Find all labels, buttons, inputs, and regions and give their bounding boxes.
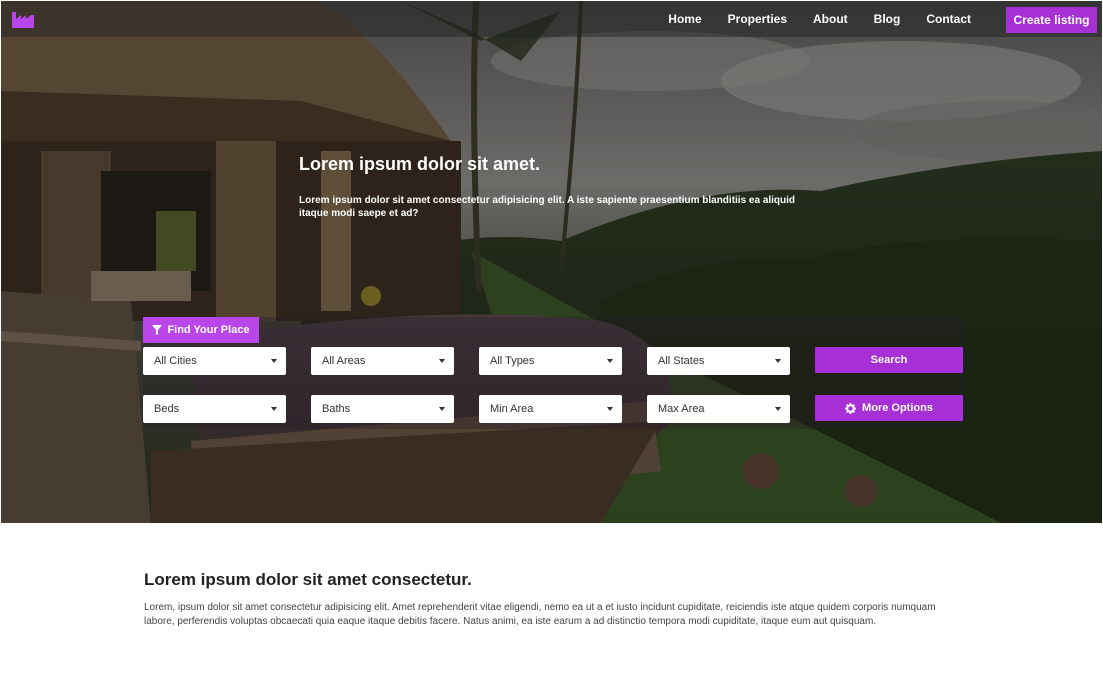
navbar: Home Properties About Blog Contact Creat… [1, 1, 1102, 37]
nav-blog[interactable]: Blog [861, 12, 914, 26]
select-min-area-value: Min Area [490, 403, 534, 415]
select-types[interactable]: All Types [479, 347, 622, 375]
filter-icon [152, 325, 163, 335]
more-options-button[interactable]: More Options [815, 395, 963, 421]
select-beds[interactable]: Beds [143, 395, 286, 423]
select-cities-value: All Cities [154, 355, 197, 367]
search-button[interactable]: Search [815, 347, 963, 373]
hero-title: Lorem ipsum dolor sit amet. [299, 154, 541, 174]
select-baths[interactable]: Baths [311, 395, 454, 423]
select-states[interactable]: All States [647, 347, 790, 375]
select-max-area-value: Max Area [658, 403, 705, 415]
select-types-value: All Types [490, 355, 535, 367]
caret-down-icon [607, 359, 613, 363]
nav-contact[interactable]: Contact [913, 12, 984, 26]
nav-links: Home Properties About Blog Contact [655, 1, 984, 37]
caret-down-icon [607, 407, 613, 411]
hero-background-image [1, 1, 1102, 523]
caret-down-icon [271, 359, 277, 363]
factory-icon[interactable] [12, 10, 34, 28]
find-your-place-label: Find Your Place [167, 324, 250, 336]
caret-down-icon [775, 407, 781, 411]
caret-down-icon [271, 407, 277, 411]
nav-about[interactable]: About [800, 12, 861, 26]
create-listing-button[interactable]: Create listing [1006, 7, 1097, 33]
select-min-area[interactable]: Min Area [479, 395, 622, 423]
select-baths-value: Baths [322, 403, 351, 415]
hero-subtitle: Lorem ipsum dolor sit amet consectetur a… [299, 195, 796, 219]
hero-section: Home Properties About Blog Contact Creat… [1, 1, 1102, 523]
select-beds-value: Beds [154, 403, 180, 415]
select-areas[interactable]: All Areas [311, 347, 454, 375]
caret-down-icon [439, 359, 445, 363]
nav-home[interactable]: Home [655, 12, 714, 26]
select-areas-value: All Areas [322, 355, 366, 367]
find-your-place-button[interactable]: Find Your Place [143, 317, 259, 343]
nav-properties[interactable]: Properties [715, 12, 800, 26]
select-states-value: All States [658, 355, 705, 367]
select-cities[interactable]: All Cities [143, 347, 286, 375]
select-max-area[interactable]: Max Area [647, 395, 790, 423]
more-options-label: More Options [862, 402, 933, 414]
caret-down-icon [439, 407, 445, 411]
section-title: Lorem ipsum dolor sit amet consectetur. [144, 570, 472, 589]
search-button-label: Search [870, 354, 908, 366]
caret-down-icon [775, 359, 781, 363]
section-text: Lorem, ipsum dolor sit amet consectetur … [144, 602, 936, 627]
gear-icon [845, 402, 857, 414]
